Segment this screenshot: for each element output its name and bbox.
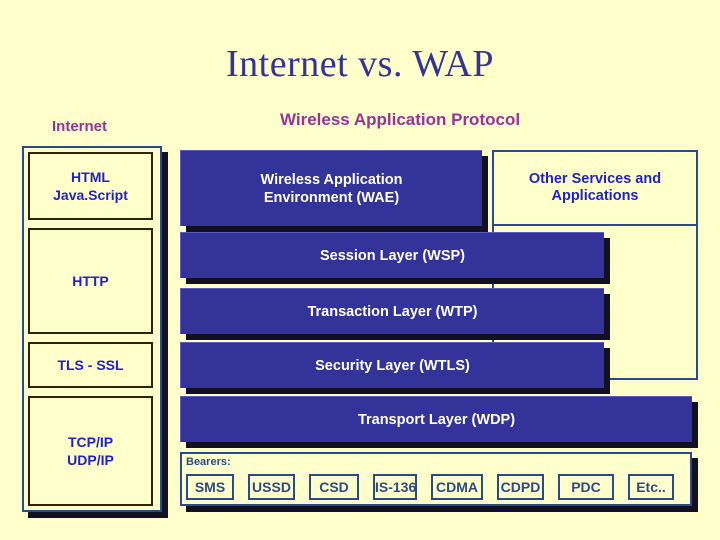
wap-column-heading: Wireless Application Protocol	[279, 110, 521, 129]
slide-canvas: Internet vs. WAP Internet Wireless Appli…	[0, 0, 720, 540]
bearer-chip-pdc[interactable]: PDC	[558, 474, 614, 500]
internet-layer-html-javascript[interactable]: HTML Java.Script	[28, 152, 153, 220]
bearer-chip-cdpd[interactable]: CDPD	[497, 474, 544, 500]
bearers-list: SMS USSD CSD IS-136 CDMA CDPD PDC Etc..	[186, 472, 690, 502]
bearers-label: Bearers:	[186, 456, 231, 468]
other-services-box[interactable]: Other Services and Applications	[492, 150, 698, 226]
page-title: Internet vs. WAP	[226, 43, 494, 85]
internet-layer-tcpip-udpip[interactable]: TCP/IP UDP/IP	[28, 396, 153, 506]
bearer-chip-is136[interactable]: IS-136	[373, 474, 417, 500]
bearer-chip-cdma[interactable]: CDMA	[431, 474, 483, 500]
wap-layer-wsp[interactable]: Session Layer (WSP)	[180, 232, 604, 278]
wap-layer-wdp[interactable]: Transport Layer (WDP)	[180, 396, 692, 442]
bearer-chip-etc[interactable]: Etc..	[628, 474, 674, 500]
wap-layer-wtp[interactable]: Transaction Layer (WTP)	[180, 288, 604, 334]
internet-layer-tls-ssl[interactable]: TLS - SSL	[28, 342, 153, 388]
internet-layer-http[interactable]: HTTP	[28, 228, 153, 334]
wap-layer-wae[interactable]: Wireless Application Environment (WAE)	[180, 150, 482, 226]
bearer-chip-sms[interactable]: SMS	[186, 474, 234, 500]
bearer-chip-ussd[interactable]: USSD	[248, 474, 295, 500]
bearer-chip-csd[interactable]: CSD	[309, 474, 359, 500]
wap-layer-wtls[interactable]: Security Layer (WTLS)	[180, 342, 604, 388]
